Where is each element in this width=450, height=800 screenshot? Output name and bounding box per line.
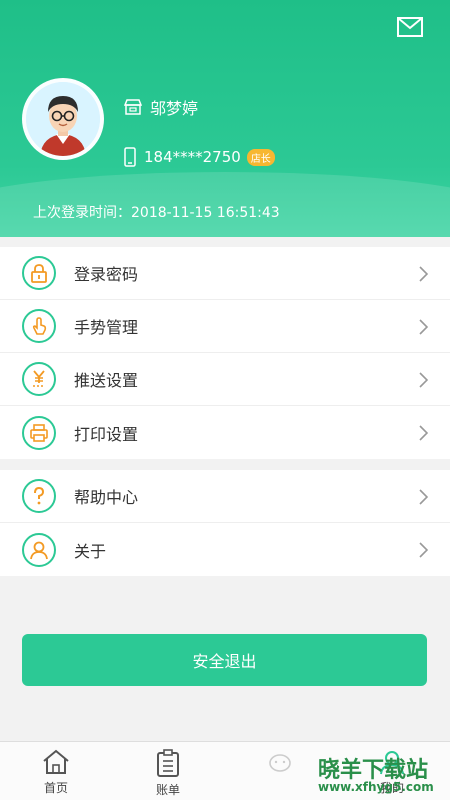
user-name: 邬梦婷 xyxy=(150,99,199,118)
menu-item-about[interactable]: 关于 xyxy=(0,523,450,576)
profile-header: 邬梦婷 184****2750 店长 上次登录时间：2018-11-15 16:… xyxy=(0,0,450,237)
sheep-icon xyxy=(269,754,291,772)
menu-item-help-center[interactable]: 帮助中心 xyxy=(0,470,450,523)
menu-item-label: 帮助中心 xyxy=(74,488,139,507)
logout-button[interactable]: 安全退出 xyxy=(22,634,427,686)
role-badge: 店长 xyxy=(246,148,275,166)
store-icon xyxy=(124,99,142,115)
last-login-time: 上次登录时间：2018-11-15 16:51:43 xyxy=(33,205,280,221)
chevron-right-icon xyxy=(419,489,428,505)
printer-icon xyxy=(22,415,56,450)
menu-item-label: 推送设置 xyxy=(74,371,139,390)
tab-label: 首页 xyxy=(43,781,68,795)
yen-push-icon xyxy=(22,362,56,396)
home-icon xyxy=(43,749,69,774)
menu-item-gesture[interactable]: 手势管理 xyxy=(0,300,450,353)
menu-item-login-password[interactable]: 登录密码 xyxy=(0,247,450,300)
chevron-right-icon xyxy=(419,266,428,282)
chevron-right-icon xyxy=(419,425,428,441)
question-icon xyxy=(22,479,56,513)
user-name-row: 邬梦婷 xyxy=(124,96,198,118)
clipboard-icon xyxy=(157,749,179,777)
phone-row: 184****2750 店长 xyxy=(124,145,275,169)
menu-item-label: 关于 xyxy=(74,541,107,561)
chevron-right-icon xyxy=(419,542,428,558)
chevron-right-icon xyxy=(419,319,428,335)
phone-number: 184****2750 xyxy=(144,148,241,166)
lock-icon xyxy=(22,256,56,290)
settings-group-help: 帮助中心 关于 xyxy=(0,470,450,576)
tab-bill[interactable]: 账单 xyxy=(112,742,224,800)
avatar[interactable] xyxy=(22,78,104,160)
menu-item-label: 打印设置 xyxy=(74,424,139,444)
watermark-url: www.xfhyg5.com xyxy=(318,780,434,794)
settings-group-security: 登录密码 手势管理 推送设置 打印设置 xyxy=(0,247,450,459)
menu-item-print-settings[interactable]: 打印设置 xyxy=(0,406,450,459)
tab-home[interactable]: 首页 xyxy=(0,742,112,800)
phone-icon xyxy=(124,147,136,167)
menu-item-label: 手势管理 xyxy=(74,318,139,337)
chevron-right-icon xyxy=(419,372,428,388)
menu-item-push-settings[interactable]: 推送设置 xyxy=(0,353,450,406)
mail-icon[interactable] xyxy=(397,17,423,37)
person-icon xyxy=(22,532,56,567)
tab-label: 账单 xyxy=(155,783,180,797)
menu-item-label: 登录密码 xyxy=(74,265,139,284)
gesture-hand-icon xyxy=(22,309,56,343)
